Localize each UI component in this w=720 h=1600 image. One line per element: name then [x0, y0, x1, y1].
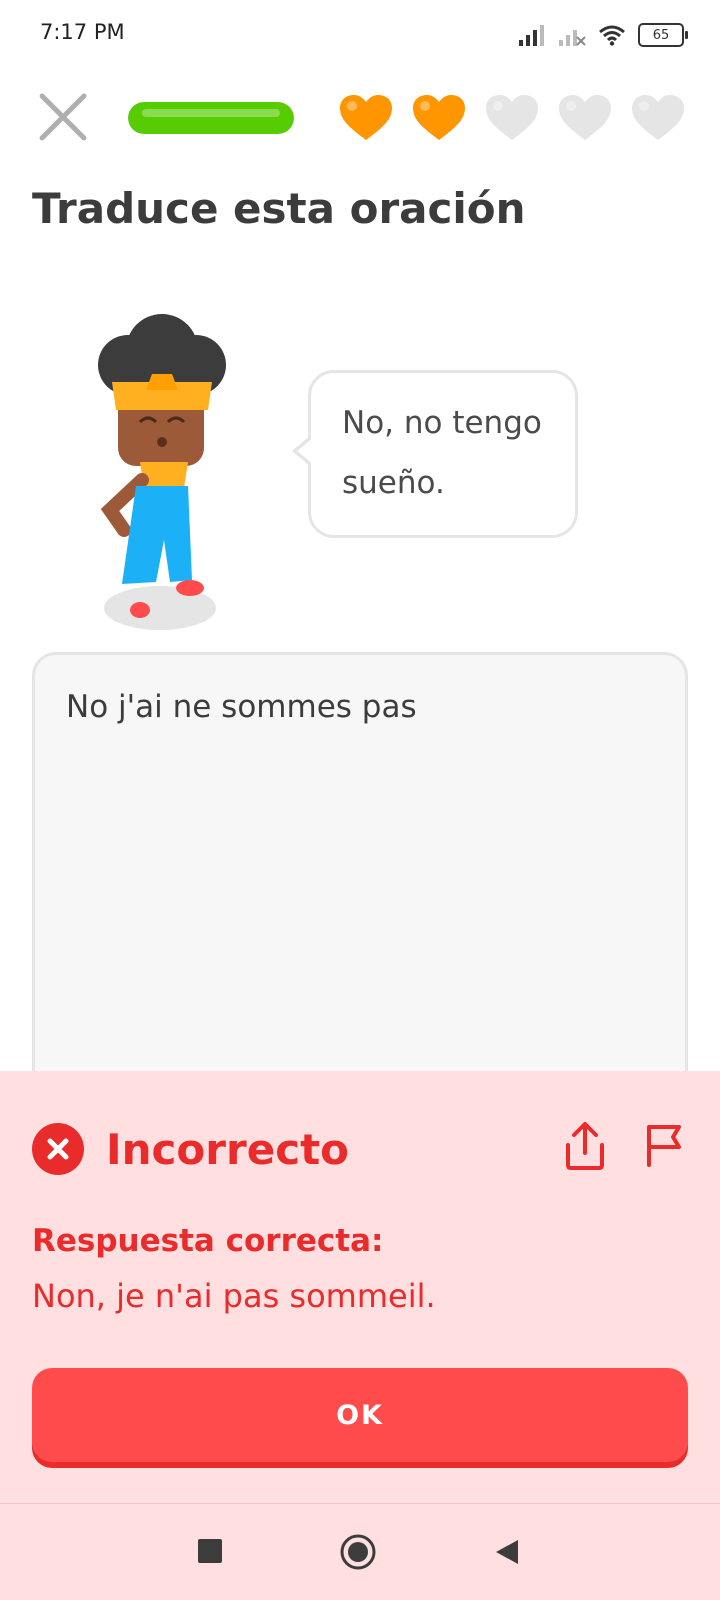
heart-icon-empty — [559, 95, 611, 140]
x-circle-icon — [32, 1123, 84, 1175]
heart-icon-empty — [632, 95, 684, 140]
progress-bar — [128, 102, 294, 134]
page-title: Traduce esta oración — [32, 184, 526, 233]
status-bar: 7:17 PM 65 — [0, 0, 720, 70]
ok-button-label: OK — [336, 1399, 384, 1431]
correct-answer-label: Respuesta correcta: — [32, 1223, 384, 1259]
battery-icon: 65 — [638, 23, 688, 47]
status-icons: 65 — [518, 20, 688, 50]
close-icon[interactable] — [36, 90, 90, 144]
share-icon[interactable] — [562, 1121, 608, 1171]
character-illustration — [98, 314, 226, 630]
status-time: 7:17 PM — [40, 20, 125, 44]
heart-icon-empty — [486, 95, 538, 140]
progress-fill — [128, 102, 294, 134]
heart-icon-filled — [413, 95, 465, 140]
feedback-header: Incorrecto — [32, 1122, 349, 1176]
home-circle-icon[interactable] — [340, 1534, 376, 1570]
recents-square-icon[interactable] — [197, 1538, 223, 1564]
wifi-icon — [599, 25, 625, 46]
ok-button[interactable]: OK — [32, 1368, 688, 1462]
hearts — [338, 94, 686, 142]
answer-input[interactable]: No j'ai ne sommes pas — [32, 652, 688, 1112]
signal-no-service-icon — [559, 30, 586, 46]
bubble-line-2: sueño. — [342, 465, 445, 501]
speech-bubble[interactable]: No, no tengo sueño. — [292, 370, 578, 538]
lesson-header — [0, 90, 720, 152]
battery-level: 65 — [652, 27, 670, 43]
signal-icon — [519, 25, 544, 46]
back-triangle-icon[interactable] — [494, 1538, 520, 1566]
feedback-panel: Incorrecto Respuesta correcta: Non, je n… — [0, 1071, 720, 1600]
flag-icon[interactable] — [643, 1121, 687, 1169]
system-nav-bar — [0, 1504, 720, 1600]
answer-text: No j'ai ne sommes pas — [66, 689, 417, 725]
heart-icon-filled — [340, 95, 392, 140]
feedback-title: Incorrecto — [106, 1124, 350, 1174]
correct-answer-text: Non, je n'ai pas sommeil. — [32, 1277, 436, 1315]
bubble-line-1: No, no tengo — [342, 405, 542, 441]
